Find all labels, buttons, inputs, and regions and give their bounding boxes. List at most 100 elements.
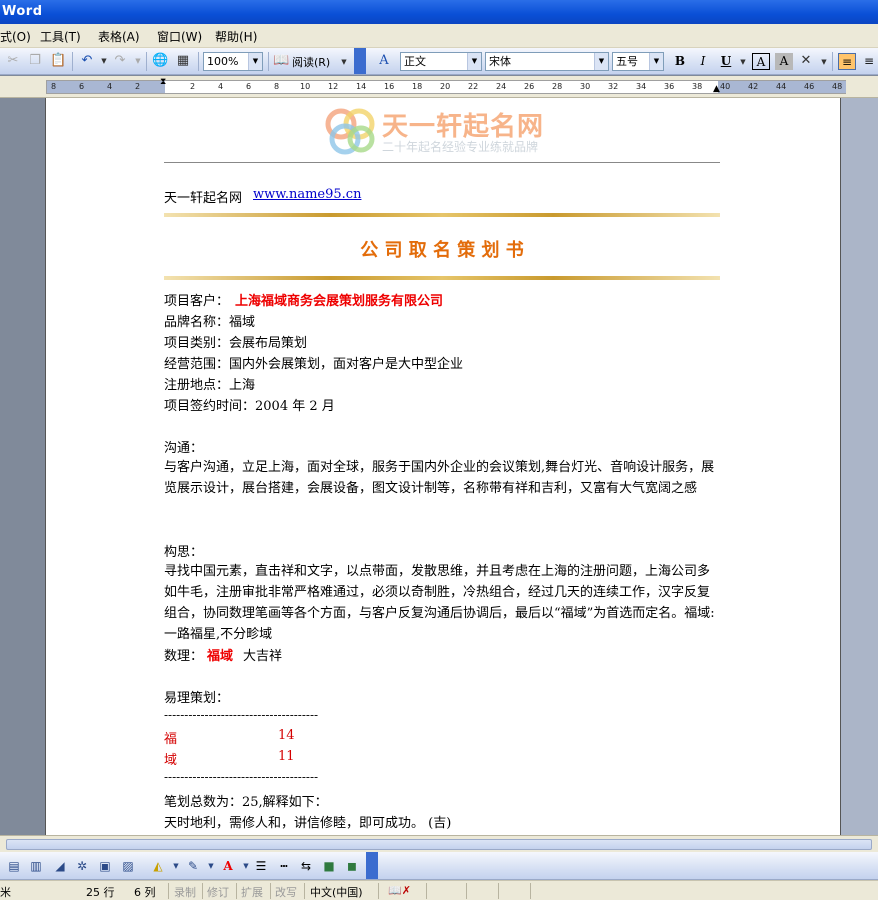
hyperlink-icon[interactable]: 🌐 [152,53,168,69]
indent-marker-icon[interactable]: ⧗ [160,78,166,87]
client-name: 上海福域商务会展策划服务有限公司 [235,294,444,309]
ruler-tick: 34 [636,82,647,91]
cut-icon[interactable]: ✂ [5,53,21,69]
chevron-down-icon: ▼ [594,53,608,70]
styles-icon[interactable]: A [376,53,392,69]
line-style-icon[interactable]: ☰ [253,858,269,874]
chevron-down-icon: ▼ [248,53,262,70]
right-indent-marker-icon[interactable]: ▲ [713,84,720,94]
style-value: 正文 [404,55,426,68]
clipart-icon[interactable]: ▣ [97,858,113,874]
ruler-tick: 26 [524,82,535,91]
ruler-tick: 6 [246,82,252,91]
document-page[interactable]: 天一轩起名网 二十年起名经验专业练就品牌 天一轩起名网 www.name95.c… [45,98,841,835]
zoom-select[interactable]: 100% ▼ [203,52,263,71]
vertical-textbox-icon[interactable]: ▥ [28,858,44,874]
line-color-icon[interactable]: ✎ [185,858,201,874]
font-color-icon[interactable]: A [220,858,236,874]
dash-style-icon[interactable]: ┅ [276,858,292,874]
status-language: 中文(中国) [310,886,363,899]
textbox-icon[interactable]: ▤ [6,858,22,874]
numerology-label: 数理： [164,649,204,664]
ruler-tick: 40 [720,82,731,91]
toolbar-options-icon[interactable] [354,48,366,74]
vertical-scrollbar[interactable] [841,98,878,835]
ruler-tick: 10 [300,82,311,91]
status-bar: 米 25 行 6 列 录制 修订 扩展 改写 中文(中国) 📖✗ [0,880,878,900]
ruler[interactable]: 8 6 4 2 2 4 6 8 10 12 14 16 18 20 22 24 … [0,76,878,98]
ruler-tick: 28 [552,82,563,91]
style-select[interactable]: 正文 ▼ [400,52,482,71]
char-border-button[interactable]: A [752,53,770,70]
site-url-link[interactable]: www.name95.cn [253,187,361,202]
stroke-char: 福 [164,732,178,747]
horizontal-scrollbar[interactable] [0,835,878,852]
bold-button[interactable]: B [671,53,689,70]
font-color-dropdown-icon[interactable]: ▼ [238,858,254,874]
site-name: 天一轩起名网 [164,191,243,206]
diagram-icon[interactable]: ✲ [74,858,90,874]
picture-icon[interactable]: ▨ [120,858,136,874]
font-value: 宋体 [489,55,511,68]
copy-icon[interactable]: ❐ [27,53,43,69]
wordart-icon[interactable]: ◢ [52,858,68,874]
ruler-tick: 30 [580,82,591,91]
3d-style-icon[interactable]: ◼ [344,858,360,874]
justify-center-icon[interactable]: ≡ [860,53,878,70]
spelling-status-icon[interactable]: 📖✗ [388,884,411,897]
status-track-changes[interactable]: 修订 [207,884,229,900]
read-dropdown-icon[interactable]: ▼ [336,54,352,70]
status-position-unit: 米 [0,886,11,899]
read-mode-button[interactable]: 阅读(R) [292,54,330,70]
scope-line: 经营范围：国内外会展策划，面对客户是大中型企业 [164,357,464,372]
ruler-tick: 42 [748,82,759,91]
paste-icon[interactable]: 📋 [50,53,66,69]
title-bar: Word [0,0,878,24]
signed-line: 项目签约时间：2004 年 2 月 [164,399,335,414]
idea-body: 寻找中国元素，直击祥和文字，以点带面，发散思维，并且考虑在上海的注册问题，上海公… [164,564,715,642]
fill-color-icon[interactable]: ◭ [150,858,166,874]
insert-table-icon[interactable]: ▦ [175,53,191,69]
underline-dropdown-icon[interactable]: ▼ [735,54,751,70]
toolbar: ✂ ❐ 📋 ↶ ▼ ↷ ▼ 🌐 ▦ 100% ▼ 📖 阅读(R) ▼ A 正文 … [0,48,878,75]
char-scale-icon[interactable]: ✕ [798,53,814,69]
font-size-select[interactable]: 五号 ▼ [612,52,664,71]
menu-table[interactable]: 表格(A) [98,28,140,45]
status-record[interactable]: 录制 [174,884,196,900]
idea-title: 构思： [164,545,204,560]
menu-tools[interactable]: 工具(T) [40,28,81,45]
ruler-tick: 14 [356,82,367,91]
redo-dropdown-icon[interactable]: ▼ [130,53,146,69]
category-line: 项目类别：会展布局策划 [164,336,308,351]
undo-dropdown-icon[interactable]: ▼ [96,53,112,69]
char-shading-button[interactable]: A [775,53,793,70]
underline-button[interactable]: U [717,53,735,70]
document-area: 天一轩起名网 二十年起名经验专业练就品牌 天一轩起名网 www.name95.c… [0,98,878,835]
ruler-tick: 22 [468,82,479,91]
italic-button[interactable]: I [694,53,712,70]
document-heading: 公 司 取 名 策 划 书 [360,240,524,261]
scrollbar-thumb[interactable] [6,839,872,850]
arrow-style-icon[interactable]: ⇆ [298,858,314,874]
undo-icon[interactable]: ↶ [79,53,95,69]
toolbar-options-icon[interactable] [366,852,378,879]
menu-window[interactable]: 窗口(W) [157,28,202,45]
menu-help[interactable]: 帮助(H) [215,28,257,45]
char-scale-dropdown-icon[interactable]: ▼ [816,54,832,70]
redo-icon[interactable]: ↷ [112,53,128,69]
fill-color-dropdown-icon[interactable]: ▼ [168,858,184,874]
justify-left-icon[interactable]: ≡ [838,53,856,70]
line-color-dropdown-icon[interactable]: ▼ [203,858,219,874]
shadow-style-icon[interactable]: ■ [321,858,337,874]
stroke-count: 14 [278,728,295,743]
menu-bar: 式(O) 工具(T) 表格(A) 窗口(W) 帮助(H) [0,24,878,48]
gold-divider-top [164,213,720,217]
status-overtype[interactable]: 改写 [275,884,297,900]
ruler-tick: 8 [274,82,280,91]
gold-divider-bottom [164,276,720,280]
status-extend[interactable]: 扩展 [241,884,263,900]
menu-format[interactable]: 式(O) [0,28,31,45]
ruler-tick: 12 [328,82,339,91]
font-select[interactable]: 宋体 ▼ [485,52,609,71]
ruler-tick: 32 [608,82,619,91]
